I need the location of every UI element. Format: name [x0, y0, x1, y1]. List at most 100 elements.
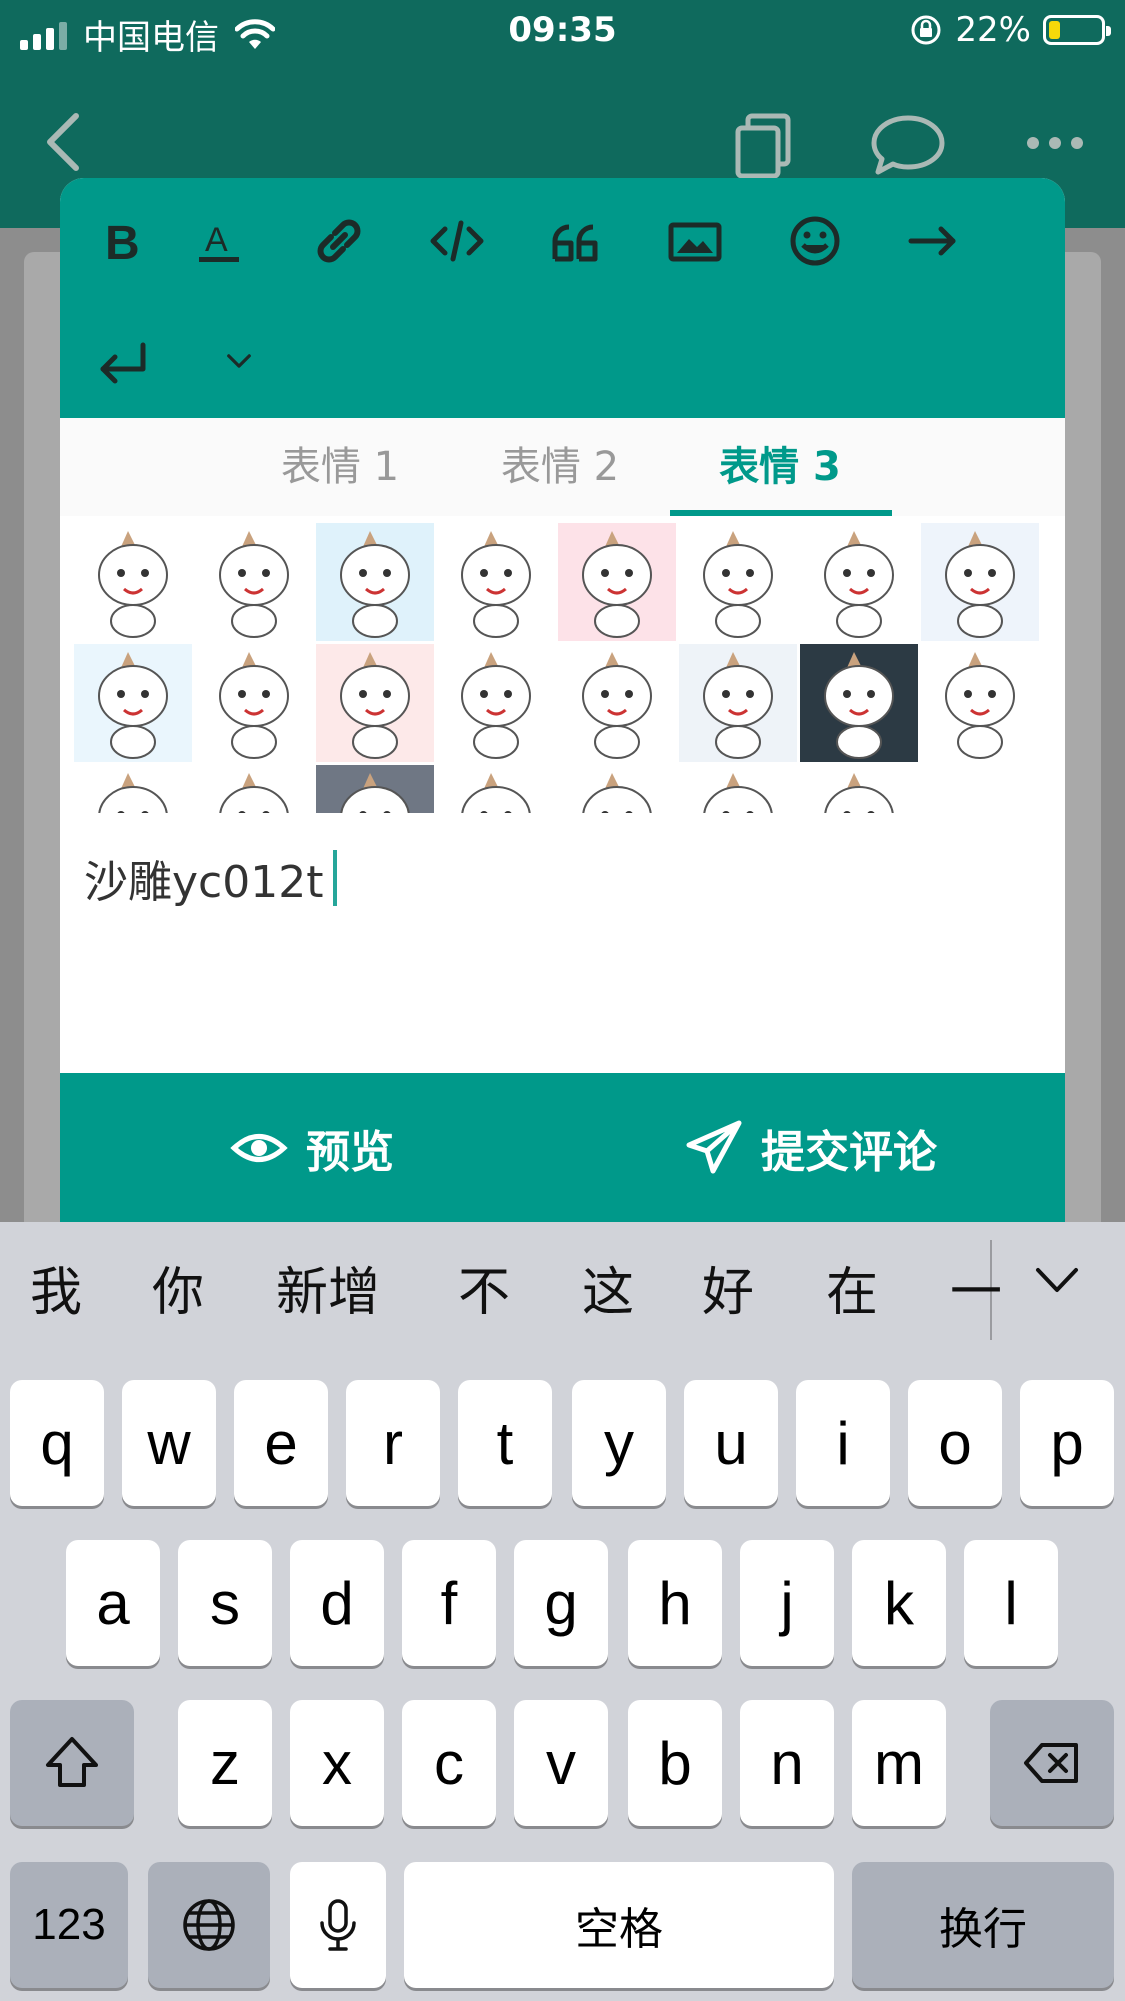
- emoji-sticker[interactable]: [316, 523, 434, 641]
- emoji-sticker[interactable]: [558, 765, 676, 813]
- globe-key[interactable]: [148, 1862, 270, 1988]
- candidate-word[interactable]: 好: [702, 1250, 754, 1325]
- submit-comment-button[interactable]: 提交评论: [685, 1113, 937, 1183]
- key-g[interactable]: g: [514, 1540, 608, 1666]
- emoji-sticker[interactable]: [195, 523, 313, 641]
- emoji-sticker[interactable]: [195, 765, 313, 813]
- action-bar: 预览 提交评论: [60, 1073, 1065, 1223]
- emoji-sticker[interactable]: [800, 765, 918, 813]
- key-t[interactable]: t: [458, 1380, 552, 1506]
- key-m[interactable]: m: [852, 1700, 946, 1826]
- key-x[interactable]: x: [290, 1700, 384, 1826]
- key-n[interactable]: n: [740, 1700, 834, 1826]
- key-w[interactable]: w: [122, 1380, 216, 1506]
- emoji-sticker[interactable]: [437, 523, 555, 641]
- key-v[interactable]: v: [514, 1700, 608, 1826]
- candidate-word[interactable]: 你: [152, 1250, 204, 1325]
- comment-input[interactable]: 沙雕yc012t: [60, 818, 1065, 1073]
- candidate-word[interactable]: 新增: [276, 1250, 380, 1325]
- collapse-toolbar-button[interactable]: [204, 326, 274, 396]
- shift-key[interactable]: [10, 1700, 134, 1826]
- code-button[interactable]: [422, 206, 492, 276]
- key-r[interactable]: r: [346, 1380, 440, 1506]
- space-key[interactable]: 空格: [404, 1862, 834, 1988]
- emoji-sticker[interactable]: [316, 765, 434, 813]
- comment-value: 沙雕yc012t: [84, 857, 324, 908]
- image-icon: [668, 222, 722, 262]
- key-k[interactable]: k: [852, 1540, 946, 1666]
- key-q[interactable]: q: [10, 1380, 104, 1506]
- image-button[interactable]: [660, 206, 730, 276]
- microphone-icon: [320, 1899, 356, 1951]
- voice-key[interactable]: [290, 1862, 386, 1988]
- emoji-sticker[interactable]: [74, 644, 192, 762]
- battery-percent: 22%: [955, 10, 1031, 50]
- emoji-sticker[interactable]: [316, 644, 434, 762]
- emoji-sticker[interactable]: [437, 765, 555, 813]
- chevron-down-icon[interactable]: [1030, 1254, 1084, 1308]
- more-icon[interactable]: [1025, 128, 1085, 158]
- key-d[interactable]: d: [290, 1540, 384, 1666]
- submit-label: 提交评论: [761, 1127, 937, 1178]
- numbers-key[interactable]: 123: [10, 1862, 128, 1988]
- key-a[interactable]: a: [66, 1540, 160, 1666]
- indent-button[interactable]: [898, 206, 968, 276]
- emoji-button[interactable]: [780, 206, 850, 276]
- emoji-icon: [790, 216, 840, 266]
- candidate-word[interactable]: 我: [30, 1250, 82, 1325]
- emoji-sticker[interactable]: [74, 523, 192, 641]
- emoji-sticker[interactable]: [679, 765, 797, 813]
- key-e[interactable]: e: [234, 1380, 328, 1506]
- battery-icon: [1043, 15, 1111, 45]
- key-s[interactable]: s: [178, 1540, 272, 1666]
- backspace-icon: [1024, 1743, 1078, 1783]
- bold-button[interactable]: B: [88, 206, 158, 276]
- candidate-word[interactable]: 一: [950, 1250, 1002, 1325]
- key-u[interactable]: u: [684, 1380, 778, 1506]
- key-p[interactable]: p: [1020, 1380, 1114, 1506]
- preview-button[interactable]: 预览: [230, 1113, 394, 1183]
- key-c[interactable]: c: [402, 1700, 496, 1826]
- enter-icon: [100, 342, 146, 384]
- back-icon[interactable]: [40, 110, 84, 174]
- key-o[interactable]: o: [908, 1380, 1002, 1506]
- emoji-tabs: 表情 1 表情 2 表情 3: [60, 418, 1065, 516]
- comment-editor: B A 表情 1 表情 2 表情 3 沙雕yc012t 预览 提交评论: [60, 178, 1065, 1223]
- key-f[interactable]: f: [402, 1540, 496, 1666]
- emoji-sticker[interactable]: [558, 644, 676, 762]
- emoji-sticker[interactable]: [921, 644, 1039, 762]
- delete-key[interactable]: [990, 1700, 1114, 1826]
- comment-text: 沙雕yc012t: [84, 846, 338, 910]
- key-h[interactable]: h: [628, 1540, 722, 1666]
- enter-button[interactable]: [88, 326, 158, 396]
- emoji-sticker[interactable]: [800, 644, 918, 762]
- code-icon: [430, 220, 484, 262]
- tab-emoji-1[interactable]: 表情 1: [225, 418, 455, 516]
- candidate-word[interactable]: 在: [826, 1250, 878, 1325]
- candidate-word[interactable]: 这: [582, 1250, 634, 1325]
- emoji-sticker[interactable]: [800, 523, 918, 641]
- key-j[interactable]: j: [740, 1540, 834, 1666]
- preview-label: 预览: [306, 1127, 394, 1178]
- key-b[interactable]: b: [628, 1700, 722, 1826]
- key-y[interactable]: y: [572, 1380, 666, 1506]
- candidate-word[interactable]: 不: [458, 1250, 510, 1325]
- link-button[interactable]: [304, 206, 374, 276]
- quote-button[interactable]: [542, 206, 612, 276]
- emoji-sticker[interactable]: [437, 644, 555, 762]
- font-color-button[interactable]: A: [184, 206, 254, 276]
- key-l[interactable]: l: [964, 1540, 1058, 1666]
- copy-icon[interactable]: [730, 110, 800, 180]
- emoji-sticker[interactable]: [74, 765, 192, 813]
- tab-emoji-3[interactable]: 表情 3: [665, 418, 895, 516]
- return-key[interactable]: 换行: [852, 1862, 1114, 1988]
- key-i[interactable]: i: [796, 1380, 890, 1506]
- emoji-sticker[interactable]: [195, 644, 313, 762]
- tab-emoji-2[interactable]: 表情 2: [445, 418, 675, 516]
- emoji-sticker[interactable]: [921, 523, 1039, 641]
- emoji-sticker[interactable]: [679, 523, 797, 641]
- emoji-sticker[interactable]: [558, 523, 676, 641]
- emoji-sticker[interactable]: [679, 644, 797, 762]
- key-z[interactable]: z: [178, 1700, 272, 1826]
- chat-icon[interactable]: [868, 110, 948, 180]
